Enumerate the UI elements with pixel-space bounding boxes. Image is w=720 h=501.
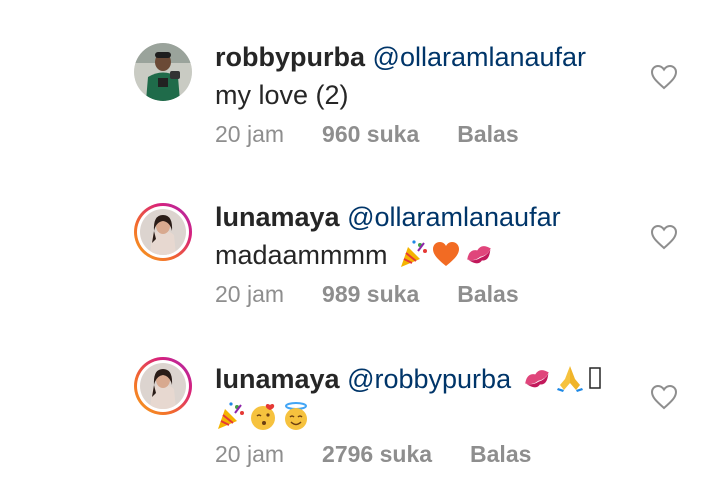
face-blowing-kiss-emoji: [251, 403, 275, 430]
reply-button[interactable]: Balas: [457, 281, 518, 307]
comment-header-line: robbypurba @ollaramlanaufar: [215, 38, 605, 76]
comment-body-line: madaammmm: [215, 236, 605, 274]
reply-button[interactable]: Balas: [457, 121, 518, 147]
missing-glyph-box: [588, 367, 601, 389]
comment-text-block: lunamaya @ollaramlanaufar madaammmm: [215, 198, 605, 274]
comment-text-block: lunamaya @robbypurba: [215, 360, 605, 436]
heart-outline-icon[interactable]: [650, 224, 678, 250]
comment-meta: 20 jam 989 suka Balas: [215, 281, 519, 308]
party-popper-emoji: [218, 402, 244, 429]
comment-mention[interactable]: @ollaramlanaufar: [373, 42, 587, 72]
comment-mention[interactable]: @robbypurba: [347, 364, 511, 394]
heart-outline-icon[interactable]: [650, 384, 678, 410]
comment-meta: 20 jam 960 suka Balas: [215, 121, 519, 148]
comment-body-line: [215, 398, 605, 436]
comment-username[interactable]: lunamaya: [215, 364, 340, 394]
smiling-face-with-halo-emoji: [285, 402, 307, 430]
avatar-photo: [134, 43, 192, 101]
avatar-photo: [140, 363, 186, 409]
avatar[interactable]: [134, 43, 192, 101]
comment-text: my love (2): [215, 80, 349, 110]
comment-username[interactable]: robbypurba: [215, 42, 365, 72]
avatar-ring: [137, 360, 189, 412]
comment-meta: 20 jam 2796 suka Balas: [215, 441, 531, 468]
comment-time: 20 jam: [215, 441, 285, 467]
comment-mention[interactable]: @ollaramlanaufar: [347, 202, 561, 232]
kiss-mark-emoji: [467, 246, 491, 264]
comment-likes[interactable]: 989 suka: [322, 281, 419, 307]
party-popper-emoji: [401, 240, 428, 267]
comment-header-line: lunamaya @ollaramlanaufar: [215, 198, 605, 236]
reply-button[interactable]: Balas: [470, 441, 531, 467]
avatar[interactable]: [134, 357, 192, 415]
comment-likes[interactable]: 2796 suka: [322, 441, 432, 467]
comment-username[interactable]: lunamaya: [215, 202, 340, 232]
avatar-photo: [140, 209, 186, 255]
kiss-mark-emoji: [524, 370, 549, 388]
heart-outline-icon[interactable]: [650, 64, 678, 90]
comment-text: madaammmm: [215, 240, 388, 270]
orange-heart-emoji: [433, 242, 460, 266]
avatar[interactable]: [134, 203, 192, 261]
folded-hands-emoji: [556, 366, 583, 392]
comment-time: 20 jam: [215, 121, 285, 147]
comment-header-line: lunamaya @robbypurba: [215, 360, 605, 398]
avatar-ring: [137, 206, 189, 258]
comment-likes[interactable]: 960 suka: [322, 121, 419, 147]
comment-text-block: robbypurba @ollaramlanaufar my love (2): [215, 38, 605, 114]
comment-body-line: my love (2): [215, 76, 605, 114]
comment-time: 20 jam: [215, 281, 285, 307]
